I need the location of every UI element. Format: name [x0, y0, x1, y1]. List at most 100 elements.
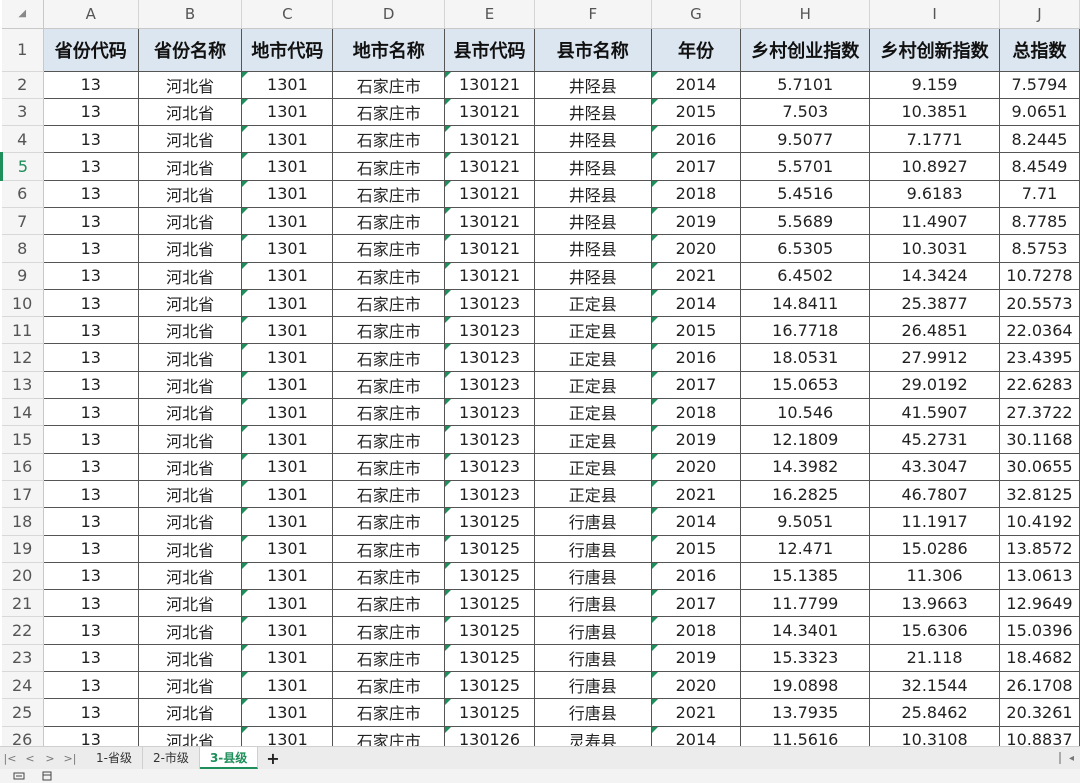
header-cell[interactable]: 省份名称 [138, 28, 243, 72]
data-cell[interactable]: 河北省 [138, 371, 243, 400]
data-cell[interactable]: 13 [43, 316, 139, 345]
data-cell[interactable]: 15.3323 [740, 644, 871, 673]
column-header-H[interactable]: H [740, 0, 871, 29]
header-cell[interactable]: 县市名称 [534, 28, 652, 72]
data-cell[interactable]: 2016 [651, 562, 742, 591]
data-cell[interactable]: 11.1917 [869, 507, 1000, 536]
data-cell[interactable]: 13.9663 [869, 589, 1000, 618]
data-cell[interactable]: 2015 [651, 535, 742, 563]
data-cell[interactable]: 井陉县 [534, 152, 652, 181]
data-cell[interactable]: 13 [43, 425, 139, 454]
data-cell[interactable]: 河北省 [138, 453, 243, 481]
data-cell[interactable]: 130121 [444, 98, 535, 127]
data-cell[interactable]: 1301 [241, 71, 334, 99]
data-cell[interactable]: 石家庄市 [332, 207, 446, 236]
column-header-I[interactable]: I [869, 0, 1000, 29]
data-cell[interactable]: 1301 [241, 316, 334, 345]
row-header[interactable]: 6 [1, 180, 44, 208]
data-cell[interactable]: 10.3031 [869, 234, 1000, 263]
data-cell[interactable]: 1301 [241, 234, 334, 263]
data-cell[interactable]: 25.8462 [869, 698, 1000, 727]
row-header[interactable]: 8 [1, 234, 44, 263]
data-cell[interactable]: 6.4502 [740, 262, 871, 290]
data-cell[interactable]: 行唐县 [534, 562, 652, 591]
data-cell[interactable]: 14.8411 [740, 289, 871, 318]
row-header[interactable]: 3 [1, 98, 44, 127]
data-cell[interactable]: 8.2445 [999, 125, 1080, 154]
data-cell[interactable]: 9.0651 [999, 98, 1080, 127]
data-cell[interactable]: 7.5794 [999, 71, 1080, 99]
data-cell[interactable]: 河北省 [138, 343, 243, 372]
data-cell[interactable]: 河北省 [138, 316, 243, 345]
data-cell[interactable]: 9.159 [869, 71, 1000, 99]
data-cell[interactable]: 1301 [241, 289, 334, 318]
data-cell[interactable]: 2014 [651, 507, 742, 536]
data-cell[interactable]: 石家庄市 [332, 535, 446, 563]
data-cell[interactable]: 1301 [241, 453, 334, 481]
data-cell[interactable]: 河北省 [138, 507, 243, 536]
data-cell[interactable]: 正定县 [534, 371, 652, 400]
data-cell[interactable]: 10.3851 [869, 98, 1000, 127]
data-cell[interactable]: 13 [43, 535, 139, 563]
data-cell[interactable]: 井陉县 [534, 207, 652, 236]
data-cell[interactable]: 30.1168 [999, 425, 1080, 454]
data-cell[interactable]: 26.1708 [999, 671, 1080, 700]
data-cell[interactable]: 行唐县 [534, 698, 652, 727]
data-cell[interactable]: 130123 [444, 425, 535, 454]
data-cell[interactable]: 13 [43, 562, 139, 591]
data-cell[interactable]: 1301 [241, 180, 334, 208]
data-cell[interactable]: 2015 [651, 316, 742, 345]
data-cell[interactable]: 2018 [651, 180, 742, 208]
data-cell[interactable]: 13 [43, 207, 139, 236]
data-cell[interactable]: 10.3108 [869, 726, 1000, 746]
data-cell[interactable]: 11.4907 [869, 207, 1000, 236]
data-cell[interactable]: 130123 [444, 316, 535, 345]
data-cell[interactable]: 1301 [241, 616, 334, 645]
data-cell[interactable]: 7.1771 [869, 125, 1000, 154]
next-sheet-icon[interactable]: > [40, 752, 60, 765]
row-header[interactable]: 19 [1, 535, 44, 563]
data-cell[interactable]: 河北省 [138, 589, 243, 618]
data-cell[interactable]: 32.8125 [999, 480, 1080, 509]
data-cell[interactable]: 130125 [444, 535, 535, 563]
header-cell[interactable]: 总指数 [999, 28, 1080, 72]
data-cell[interactable]: 13 [43, 726, 139, 746]
data-cell[interactable]: 15.0396 [999, 616, 1080, 645]
data-cell[interactable]: 15.0653 [740, 371, 871, 400]
row-header[interactable]: 25 [1, 698, 44, 727]
data-cell[interactable]: 2021 [651, 480, 742, 509]
header-cell[interactable]: 省份代码 [43, 28, 139, 72]
scroll-splitter[interactable] [1058, 752, 1061, 764]
data-cell[interactable]: 27.9912 [869, 343, 1000, 372]
data-cell[interactable]: 13.7935 [740, 698, 871, 727]
header-cell[interactable]: 乡村创业指数 [740, 28, 871, 72]
row-header[interactable]: 7 [1, 207, 44, 236]
data-cell[interactable]: 13 [43, 343, 139, 372]
data-cell[interactable]: 2016 [651, 125, 742, 154]
header-cell[interactable]: 地市代码 [241, 28, 334, 72]
data-cell[interactable]: 河北省 [138, 207, 243, 236]
data-cell[interactable]: 10.8837 [999, 726, 1080, 746]
data-cell[interactable]: 26.4851 [869, 316, 1000, 345]
data-cell[interactable]: 井陉县 [534, 71, 652, 99]
data-cell[interactable]: 石家庄市 [332, 289, 446, 318]
data-cell[interactable]: 2017 [651, 589, 742, 618]
data-cell[interactable]: 130121 [444, 207, 535, 236]
data-cell[interactable]: 14.3424 [869, 262, 1000, 290]
data-cell[interactable]: 石家庄市 [332, 616, 446, 645]
select-all-corner[interactable]: ◢ [1, 0, 44, 29]
data-cell[interactable]: 井陉县 [534, 125, 652, 154]
data-cell[interactable]: 13 [43, 152, 139, 181]
data-cell[interactable]: 1301 [241, 207, 334, 236]
data-cell[interactable]: 130125 [444, 698, 535, 727]
data-cell[interactable]: 石家庄市 [332, 343, 446, 372]
row-header[interactable]: 22 [1, 616, 44, 645]
data-cell[interactable]: 1301 [241, 698, 334, 727]
data-cell[interactable]: 河北省 [138, 425, 243, 454]
data-cell[interactable]: 石家庄市 [332, 371, 446, 400]
data-cell[interactable]: 正定县 [534, 343, 652, 372]
data-cell[interactable]: 16.2825 [740, 480, 871, 509]
data-cell[interactable]: 2017 [651, 152, 742, 181]
data-cell[interactable]: 石家庄市 [332, 152, 446, 181]
data-cell[interactable]: 1301 [241, 152, 334, 181]
